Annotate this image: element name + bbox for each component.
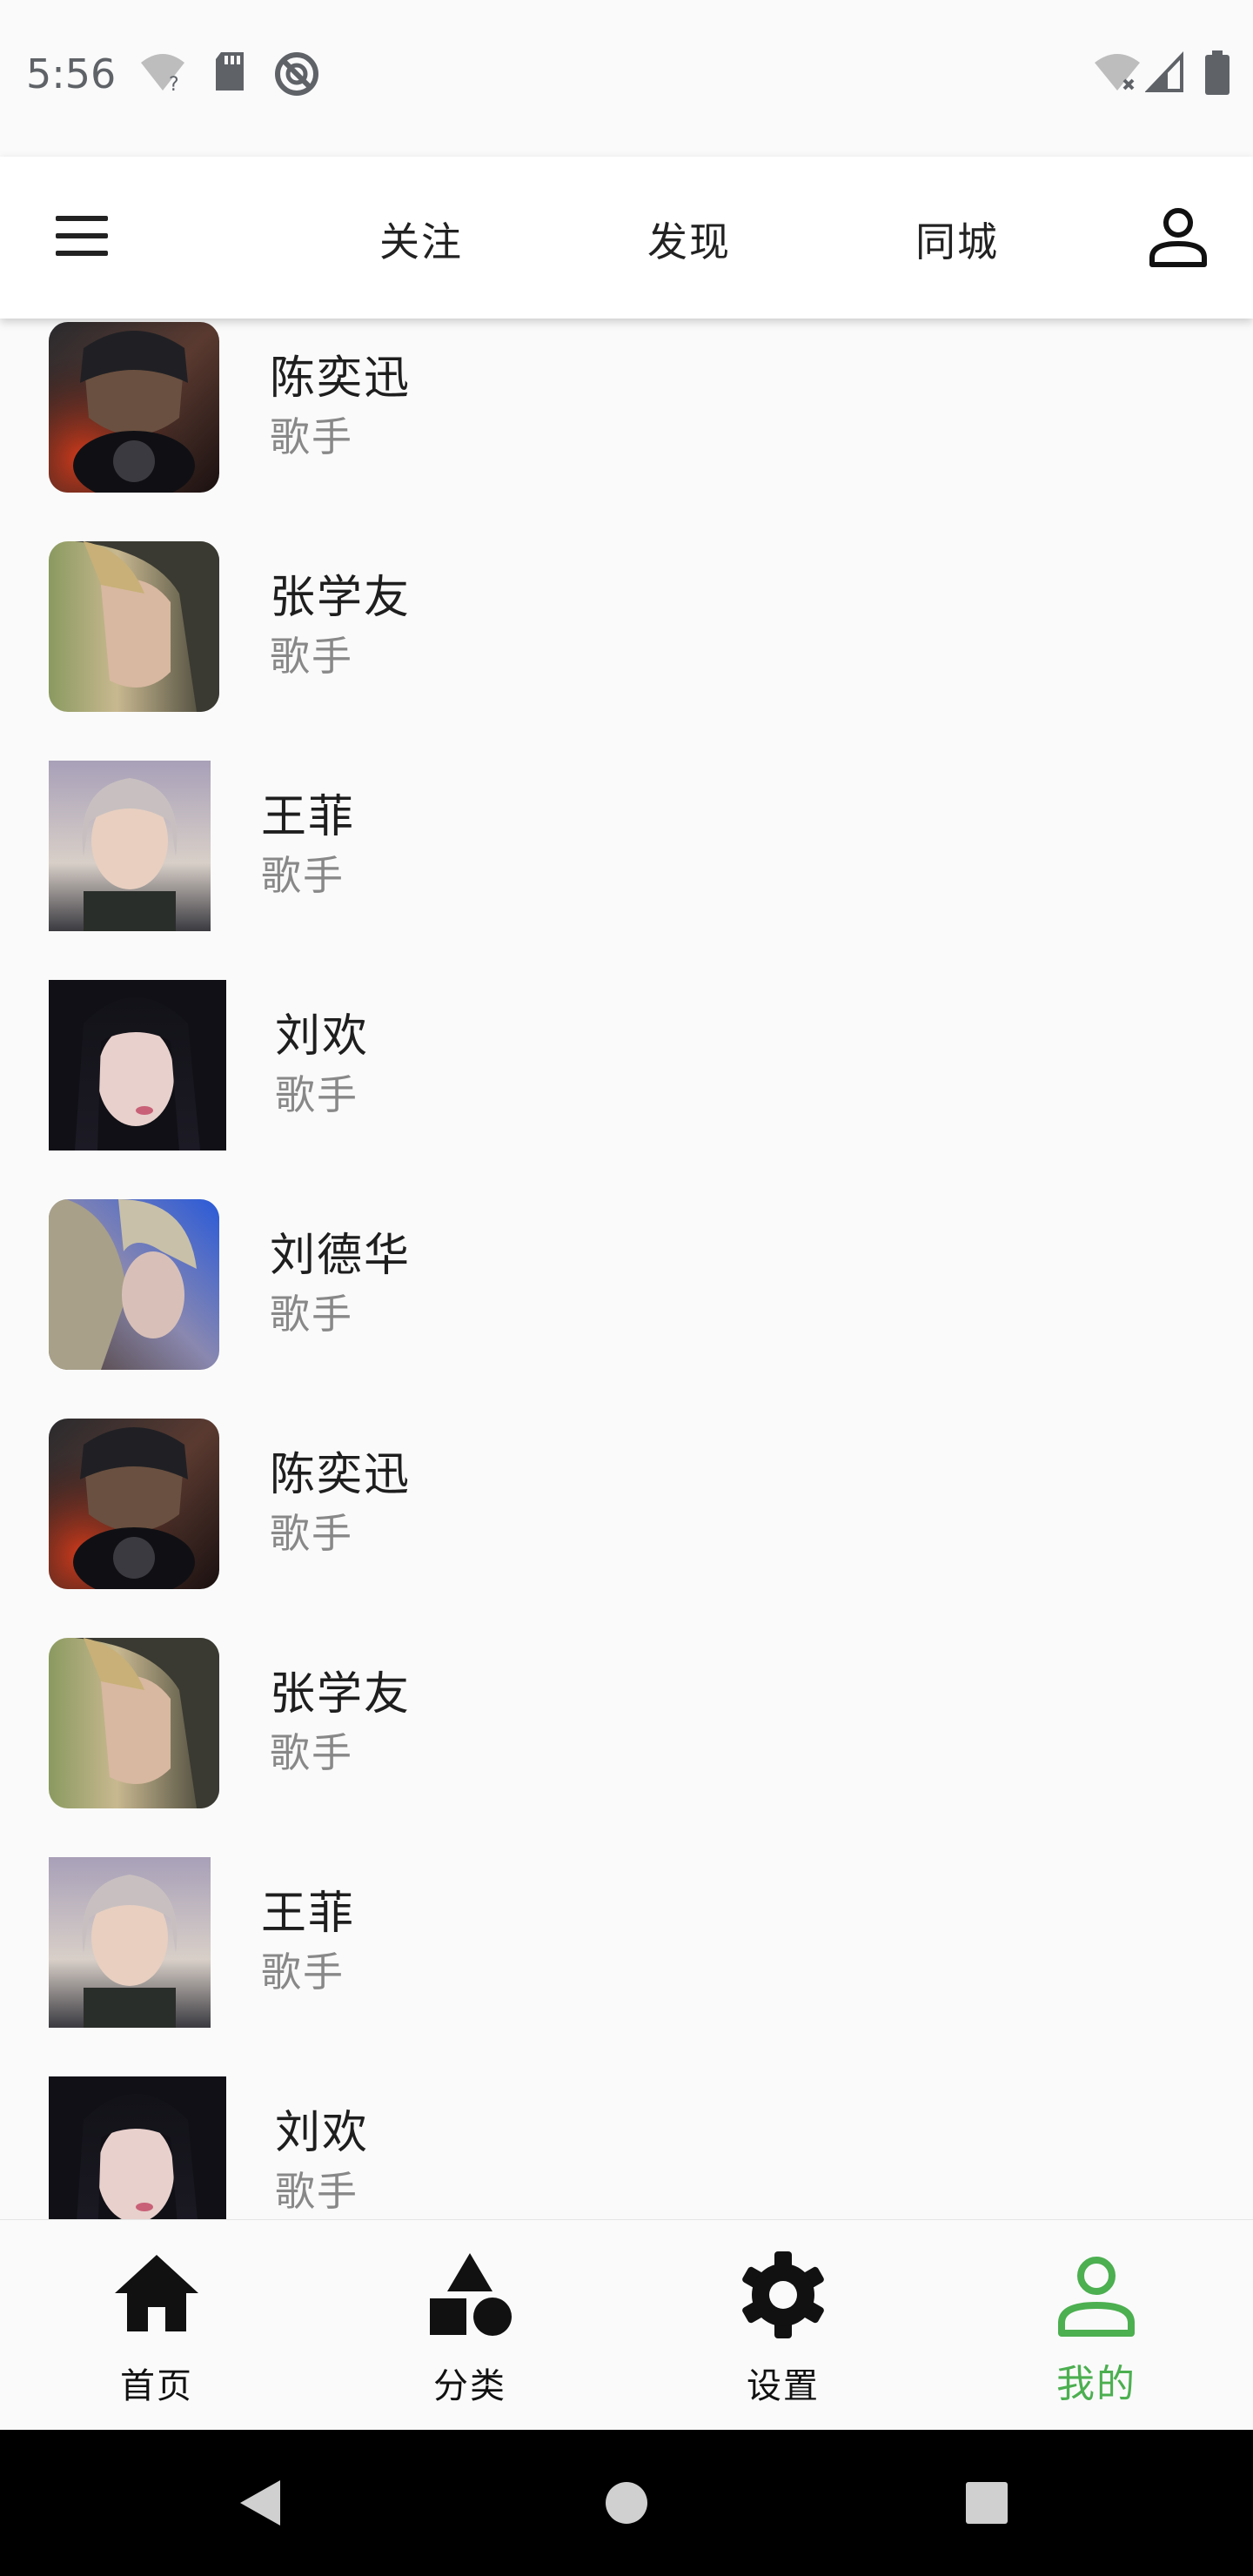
item-name: 王菲 <box>261 791 356 843</box>
sd-card-icon <box>216 52 244 91</box>
avatar <box>49 1638 219 1808</box>
avatar <box>49 322 219 493</box>
nav-label: 我的 <box>1056 2362 1136 2406</box>
menu-icon-bar <box>56 251 108 256</box>
item-role: 歌手 <box>261 1949 345 1996</box>
home-circle-icon[interactable] <box>604 2480 649 2526</box>
home-icon <box>115 2255 198 2331</box>
wifi-question-icon: ? <box>141 54 184 94</box>
tab-discover[interactable]: 发现 <box>647 211 731 268</box>
person-outline-icon <box>1058 2257 1135 2337</box>
list-item[interactable]: 刘德华 歌手 <box>0 1194 1253 1413</box>
bottom-navigation: 首页 分类 设置 我的 <box>0 2219 1253 2431</box>
list-item[interactable]: 陈奕迅 歌手 <box>0 319 1253 536</box>
status-time: 5:56 <box>26 50 117 97</box>
category-icon <box>430 2253 512 2336</box>
avatar <box>49 1857 211 2028</box>
item-role: 歌手 <box>275 1071 358 1118</box>
nav-label: 分类 <box>433 2366 506 2406</box>
nav-item-settings[interactable]: 设置 <box>626 2220 940 2431</box>
recents-icon[interactable] <box>964 2480 1009 2526</box>
settings-icon <box>742 2251 824 2338</box>
cell-signal-icon <box>1145 50 1183 92</box>
item-role: 歌手 <box>270 633 353 680</box>
tab-follow[interactable]: 关注 <box>379 211 463 268</box>
menu-button[interactable] <box>50 212 113 261</box>
list-item[interactable]: 张学友 歌手 <box>0 536 1253 755</box>
menu-icon <box>56 216 108 221</box>
list-item[interactable]: 陈奕迅 歌手 <box>0 1413 1253 1633</box>
system-navigation-bar <box>0 2430 1253 2576</box>
nav-label: 首页 <box>120 2366 193 2406</box>
avatar <box>49 1199 219 1370</box>
item-role: 歌手 <box>270 1729 353 1776</box>
item-name: 张学友 <box>270 1668 412 1721</box>
tab-nearby[interactable]: 同城 <box>915 211 999 268</box>
back-icon[interactable] <box>237 2477 285 2529</box>
item-name: 张学友 <box>270 572 412 624</box>
item-role: 歌手 <box>275 2168 358 2215</box>
nav-item-mine[interactable]: 我的 <box>940 2220 1253 2431</box>
item-role: 歌手 <box>270 413 353 460</box>
item-name: 刘欢 <box>275 2107 370 2159</box>
nav-item-category[interactable]: 分类 <box>313 2220 626 2431</box>
nav-label: 设置 <box>747 2366 820 2406</box>
item-role: 歌手 <box>270 1510 353 1557</box>
singer-list: 陈奕迅 歌手 张学友 歌手 王菲 歌手 刘欢 歌手 刘德华 歌手 陈奕迅 歌手 … <box>0 319 1253 2219</box>
avatar <box>49 541 219 712</box>
item-role: 歌手 <box>270 1291 353 1338</box>
item-name: 陈奕迅 <box>270 1449 412 1501</box>
top-app-bar: 关注 发现 同城 <box>0 157 1253 319</box>
item-role: 歌手 <box>261 852 345 899</box>
do-not-disturb-icon <box>275 52 318 96</box>
avatar <box>49 980 226 1150</box>
battery-icon <box>1205 50 1230 95</box>
person-outline-icon[interactable] <box>1145 204 1211 270</box>
item-name: 刘欢 <box>275 1010 370 1063</box>
avatar <box>49 761 211 931</box>
item-name: 陈奕迅 <box>270 352 412 405</box>
avatar <box>49 2076 226 2219</box>
list-item[interactable]: 王菲 歌手 <box>0 755 1253 975</box>
list-item[interactable]: 刘欢 歌手 <box>0 975 1253 1194</box>
wifi-off-icon <box>1095 54 1140 91</box>
svg-text:?: ? <box>169 74 179 94</box>
list-item[interactable]: 张学友 歌手 <box>0 1633 1253 1852</box>
list-item[interactable]: 刘欢 歌手 <box>0 2071 1253 2219</box>
item-name: 刘德华 <box>270 1230 412 1282</box>
avatar <box>49 1419 219 1589</box>
list-item[interactable]: 王菲 歌手 <box>0 1852 1253 2071</box>
menu-icon-bar <box>56 233 108 238</box>
nav-item-home[interactable]: 首页 <box>0 2220 313 2431</box>
item-name: 王菲 <box>261 1888 356 1940</box>
status-bar: 5:56 ? <box>0 0 1253 157</box>
